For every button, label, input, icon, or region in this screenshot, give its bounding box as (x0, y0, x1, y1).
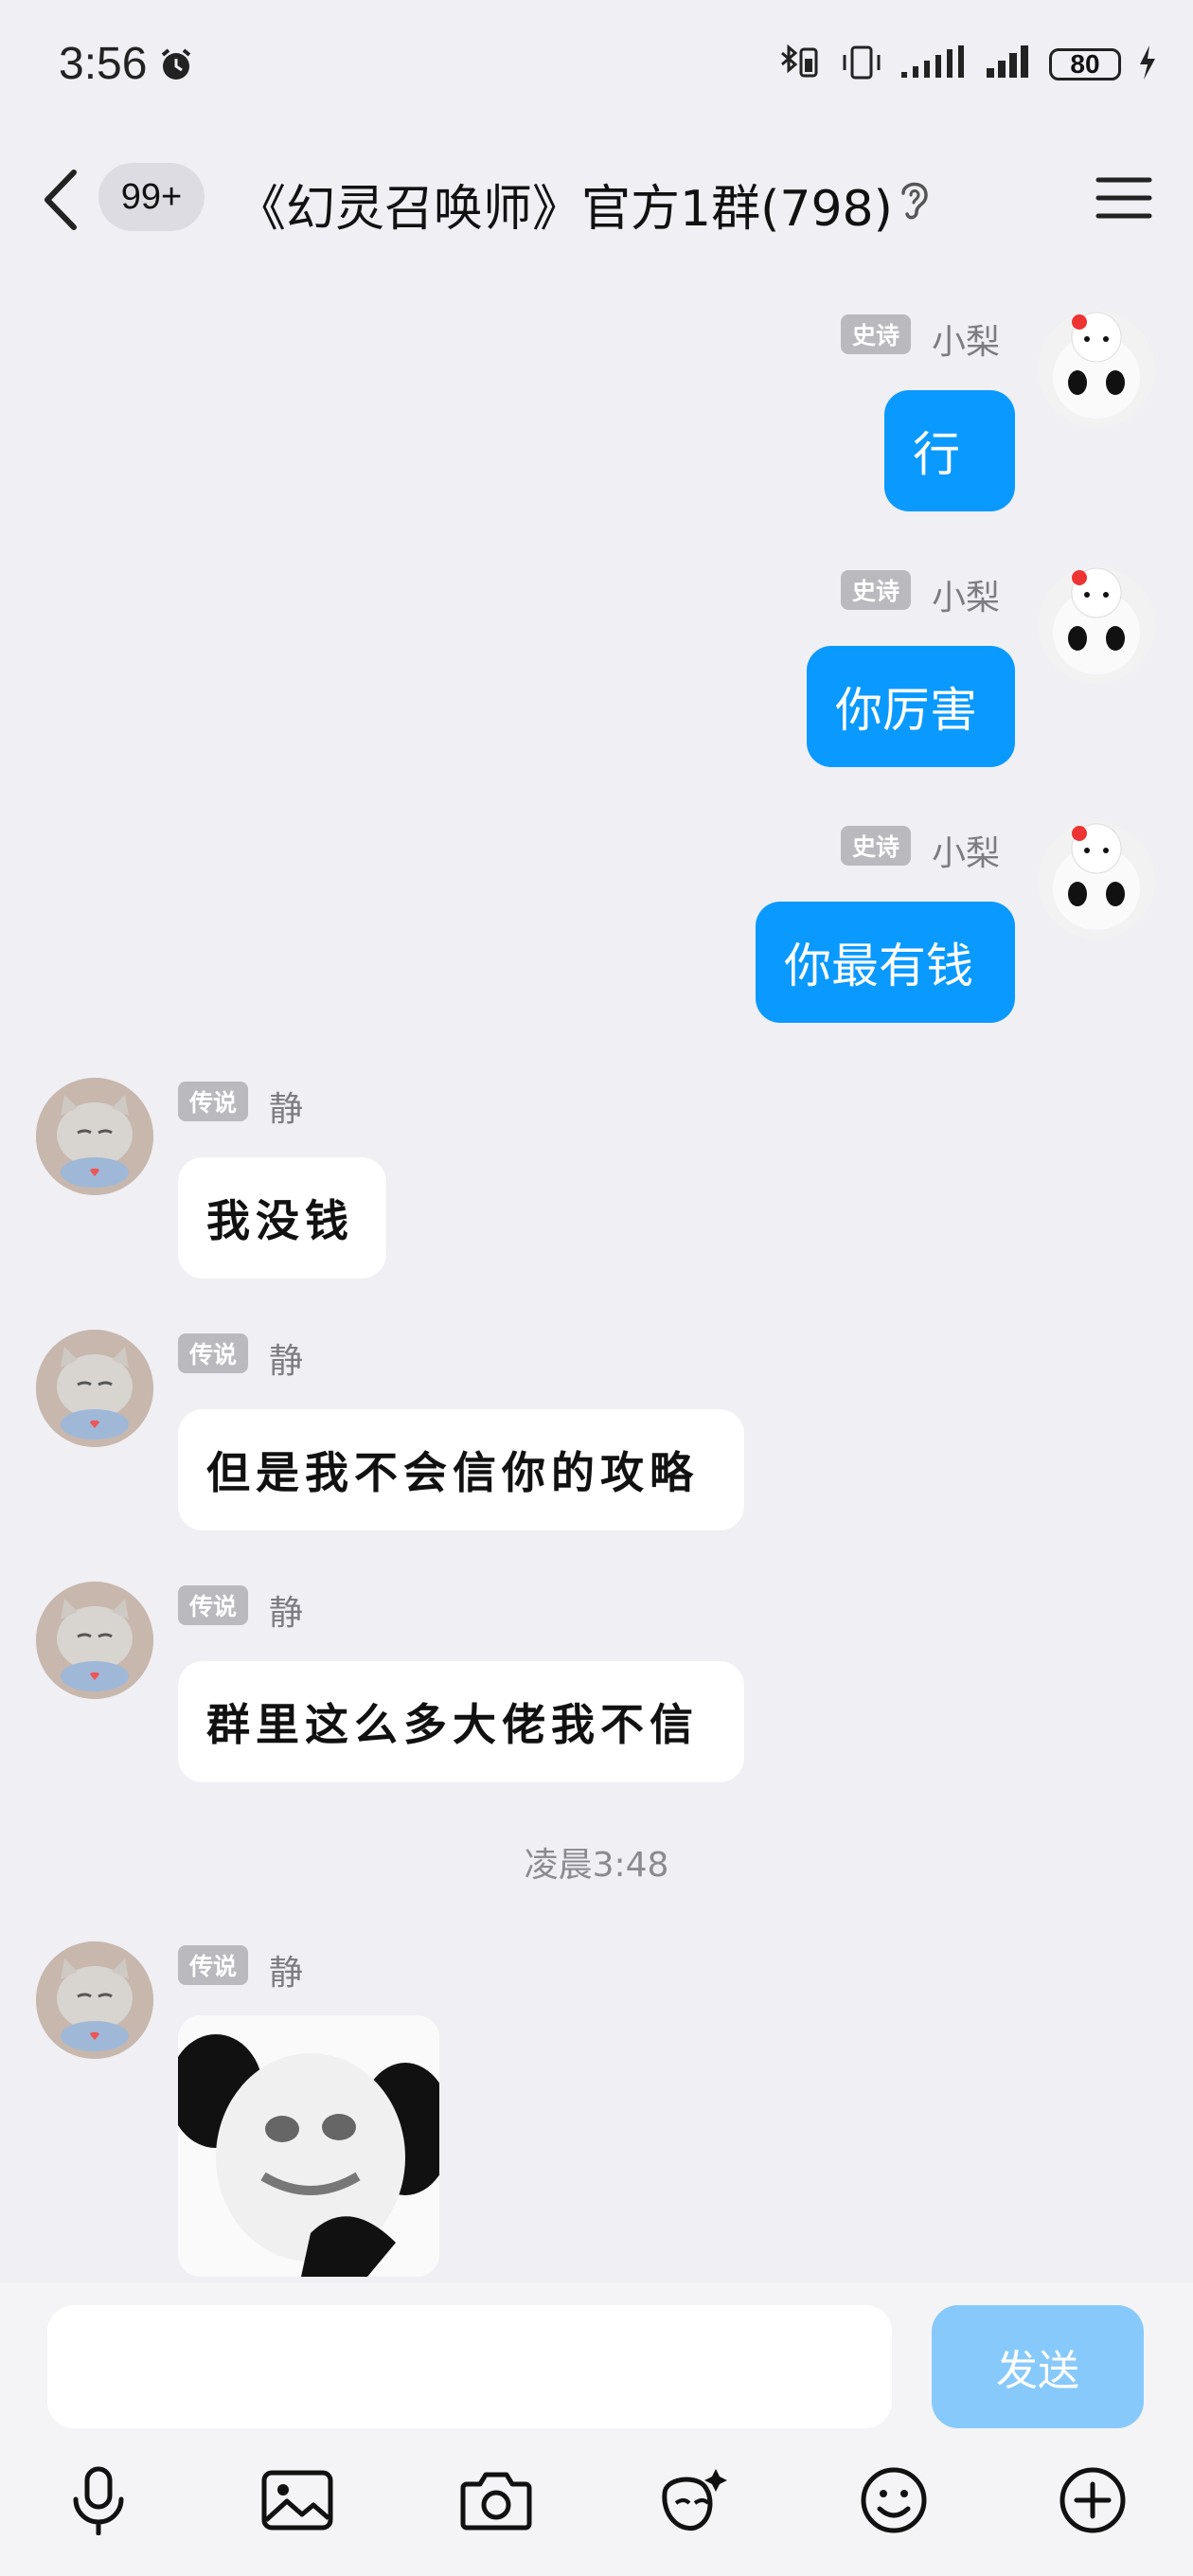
vibrate-icon (839, 44, 884, 85)
alarm-icon (157, 45, 195, 87)
avatar[interactable] (1038, 822, 1155, 939)
chat-header: 99+ 《幻灵召唤师》官方1群(798) (0, 142, 1193, 256)
menu-icon[interactable] (1095, 174, 1153, 225)
ear-icon[interactable] (898, 176, 932, 225)
rank-tag: 史诗 (841, 570, 912, 610)
sender-name[interactable]: 静 (269, 1333, 303, 1383)
sender-name[interactable]: 静 (269, 1585, 303, 1635)
sender-name[interactable]: 静 (269, 1082, 303, 1131)
avatar[interactable] (36, 1582, 153, 1699)
rank-tag: 传说 (178, 1333, 249, 1373)
composer: 发送 (0, 2282, 1193, 2576)
back-arrow-icon[interactable] (42, 169, 80, 235)
sender-name[interactable]: 小梨 (932, 570, 1000, 619)
avatar[interactable] (1038, 311, 1155, 428)
time-divider: 凌晨3:48 (524, 1846, 669, 1885)
rank-tag: 传说 (178, 1945, 249, 1985)
avatar[interactable] (36, 1330, 153, 1447)
battery-indicator: 80 (1049, 48, 1121, 80)
plus-icon[interactable] (1055, 2462, 1131, 2538)
sender-name[interactable]: 小梨 (932, 314, 1000, 364)
send-button[interactable]: 发送 (932, 2305, 1144, 2428)
rank-tag: 传说 (178, 1585, 249, 1625)
avatar[interactable] (36, 1078, 153, 1195)
microphone-icon[interactable] (61, 2462, 136, 2538)
message-bubble[interactable]: 你厉害 (807, 646, 1015, 767)
avatar[interactable] (36, 1941, 153, 2059)
status-bar: 3:56 80 (0, 0, 1193, 133)
unread-count-badge[interactable]: 99+ (98, 163, 205, 231)
message-input[interactable] (47, 2305, 892, 2428)
signal-icon-2 (985, 44, 1034, 85)
sticker-image[interactable] (178, 2015, 439, 2277)
group-title: 《幻灵召唤师》官方1群(798) (237, 181, 893, 238)
signal-icon-1 (899, 44, 970, 85)
rank-tag: 传说 (178, 1082, 249, 1121)
emoji-icon[interactable] (856, 2462, 932, 2538)
ai-sparkle-icon[interactable] (657, 2462, 733, 2538)
rank-tag: 史诗 (841, 314, 912, 354)
rank-tag: 史诗 (841, 826, 912, 866)
message-bubble[interactable]: 群里这么多大佬我不信 (178, 1661, 744, 1782)
bluetooth-icon (776, 44, 824, 85)
message-bubble[interactable]: 我没钱 (178, 1157, 386, 1279)
message-bubble[interactable]: 行 (884, 390, 1015, 511)
message-bubble[interactable]: 你最有钱 (756, 902, 1015, 1023)
status-time: 3:56 (59, 39, 148, 89)
sender-name[interactable]: 小梨 (932, 826, 1000, 875)
image-icon[interactable] (259, 2462, 335, 2538)
camera-icon[interactable] (458, 2462, 534, 2538)
message-bubble[interactable]: 但是我不会信你的攻略 (178, 1409, 744, 1530)
charging-icon (1136, 44, 1159, 85)
avatar[interactable] (1038, 566, 1155, 684)
status-icons: 80 (776, 44, 1159, 85)
sender-name[interactable]: 静 (269, 1945, 303, 1995)
